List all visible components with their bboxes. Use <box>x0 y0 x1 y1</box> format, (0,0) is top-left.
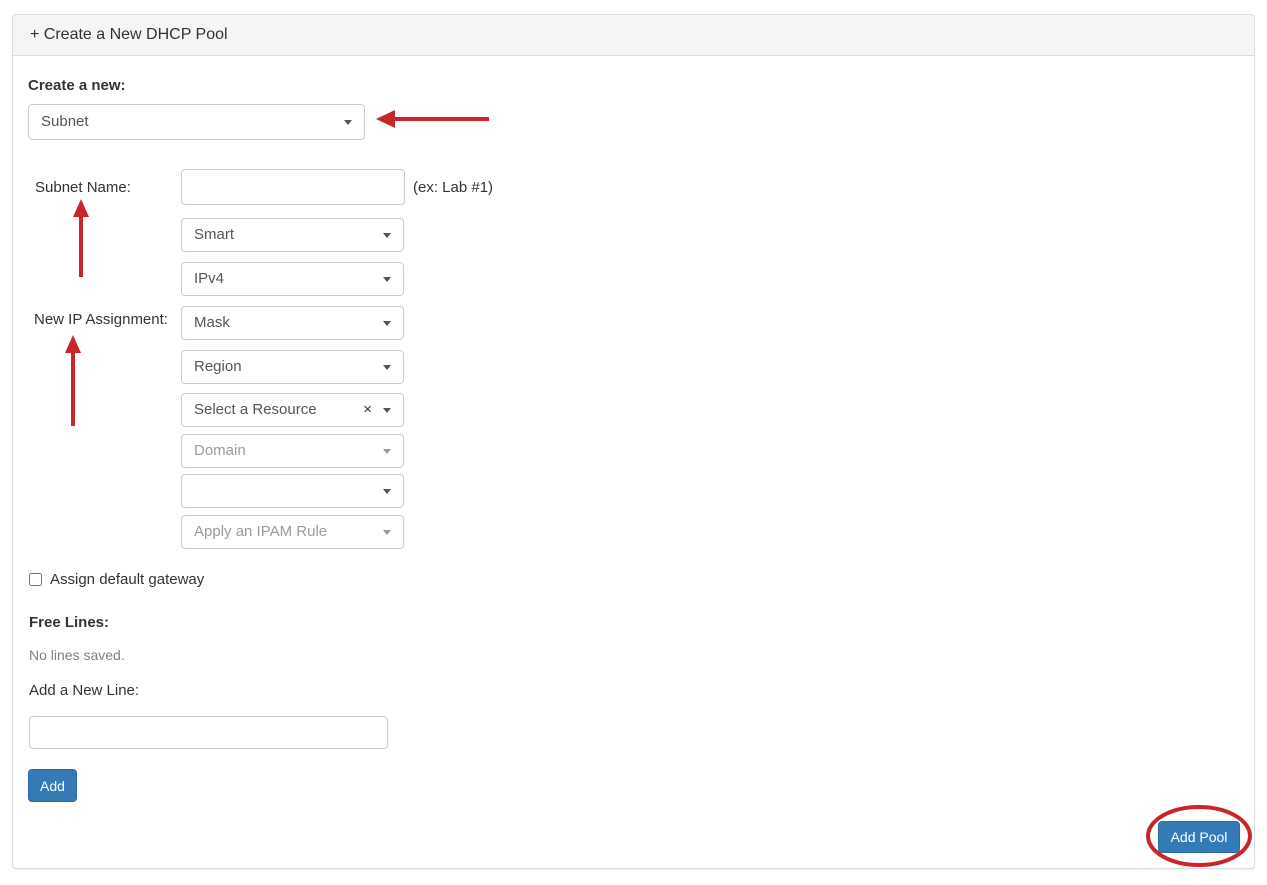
region-select-value: Region <box>194 358 242 375</box>
subnet-name-hint: (ex: Lab #1) <box>413 179 494 196</box>
smart-mode-select[interactable]: Smart <box>181 218 404 252</box>
resource-select[interactable]: Select a Resource × <box>181 393 404 427</box>
region-select[interactable]: Region <box>181 350 404 384</box>
chevron-down-icon <box>344 120 352 125</box>
ip-version-select-value: IPv4 <box>194 270 225 287</box>
chevron-down-icon <box>383 321 391 326</box>
create-new-label: Create a new: <box>28 77 126 94</box>
ip-assignment-label: New IP Assignment: <box>34 311 168 328</box>
domain-select-value: Domain <box>194 442 246 459</box>
unnamed-select[interactable] <box>181 474 404 508</box>
panel-heading: + Create a New DHCP Pool <box>13 15 1254 56</box>
domain-select[interactable]: Domain <box>181 434 404 468</box>
subnet-name-label: Subnet Name: <box>35 179 131 196</box>
panel-title: + Create a New DHCP Pool <box>30 26 228 43</box>
pool-type-select-value: Subnet <box>41 113 89 130</box>
pool-type-select[interactable]: Subnet <box>28 104 365 140</box>
chevron-down-icon <box>383 449 391 454</box>
chevron-down-icon <box>383 530 391 535</box>
add-pool-button[interactable]: Add Pool <box>1158 821 1240 853</box>
resource-select-value: Select a Resource <box>194 401 317 418</box>
add-line-input[interactable] <box>29 716 388 749</box>
assign-gateway-checkbox[interactable] <box>29 573 42 586</box>
chevron-down-icon <box>383 408 391 413</box>
ipam-rule-select[interactable]: Apply an IPAM Rule <box>181 515 404 549</box>
mask-select[interactable]: Mask <box>181 306 404 340</box>
assign-gateway-label: Assign default gateway <box>50 571 205 588</box>
mask-select-value: Mask <box>194 314 230 331</box>
ipam-rule-select-value: Apply an IPAM Rule <box>194 523 328 540</box>
chevron-down-icon <box>383 277 391 282</box>
clear-icon[interactable]: × <box>363 400 372 420</box>
chevron-down-icon <box>383 365 391 370</box>
add-line-label: Add a New Line: <box>29 682 140 699</box>
chevron-down-icon <box>383 233 391 238</box>
chevron-down-icon <box>383 489 391 494</box>
smart-mode-select-value: Smart <box>194 226 235 243</box>
add-line-button[interactable]: Add <box>28 769 77 802</box>
ip-version-select[interactable]: IPv4 <box>181 262 404 296</box>
subnet-name-input[interactable] <box>181 169 405 205</box>
free-lines-heading: Free Lines: <box>29 614 110 631</box>
free-lines-empty-text: No lines saved. <box>29 647 125 663</box>
